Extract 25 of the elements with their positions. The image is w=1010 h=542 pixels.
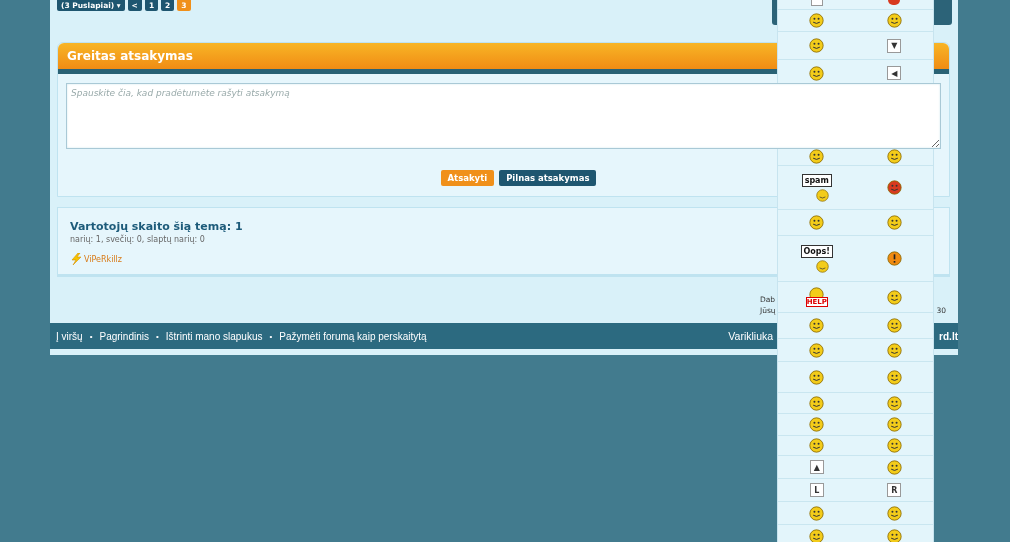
reply-field[interactable]: Spauskite čia, kad pradėtumėte rašyti atsakymą: [66, 83, 941, 149]
panel-title: Greitas atsakymas: [67, 49, 193, 63]
online-title: Vartotojų skaito šią temą: 1: [70, 220, 243, 233]
separator-dot: •: [155, 331, 159, 341]
separator-dot: •: [269, 331, 273, 341]
key-icon[interactable]: R: [887, 483, 902, 497]
key-icon: [810, 0, 823, 6]
footer-link[interactable]: Pažymėti forumą kaip perskaitytą: [279, 330, 427, 342]
key-icon[interactable]: L: [809, 483, 824, 497]
credit-text: rd.lt: [939, 330, 958, 342]
footer-link[interactable]: Į viršų: [56, 330, 83, 342]
online-summary: narių: 1, svečių: 0, slaptų narių: 0: [70, 235, 205, 244]
sign-smiley-icon[interactable]: Oops!: [800, 244, 833, 273]
key-icon[interactable]: ▼: [887, 38, 902, 53]
credit-text: Varikliuka: [728, 330, 774, 342]
footer-link[interactable]: Ištrinti mano slapukus: [165, 330, 263, 342]
full-reply-button[interactable]: Pilnas atsakymas: [499, 170, 597, 186]
key-icon[interactable]: ▲: [809, 460, 824, 474]
sign-smiley-icon[interactable]: spam: [801, 173, 832, 202]
footer-link[interactable]: Pagrindinis: [99, 330, 149, 342]
sign-text: spam: [801, 173, 832, 187]
separator-dot: •: [89, 331, 93, 341]
key-icon[interactable]: ◀: [887, 66, 902, 80]
sign-text: Oops!: [800, 244, 833, 258]
lightning-icon: [70, 253, 82, 265]
